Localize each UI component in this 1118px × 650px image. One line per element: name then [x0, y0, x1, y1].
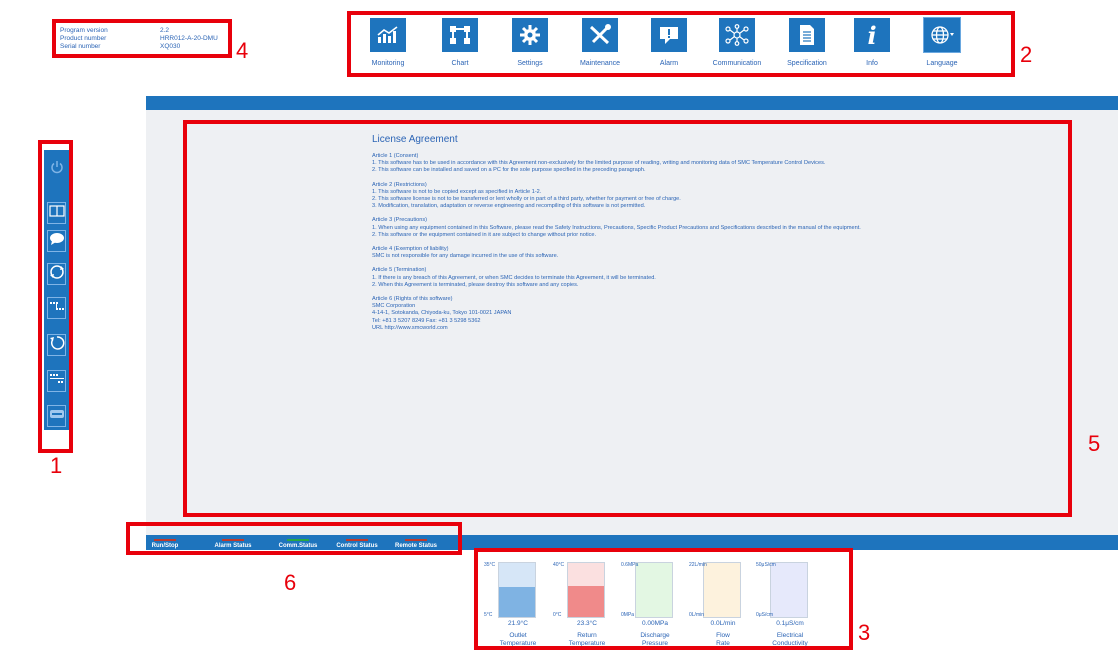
callout-box-5	[183, 120, 1072, 517]
callout-box-2	[347, 11, 1015, 77]
callout-label-1: 1	[50, 453, 63, 478]
callout-label-3: 3	[858, 620, 871, 645]
header-bar	[146, 96, 1118, 110]
callout-box-4	[52, 19, 232, 58]
callout-box-1	[38, 140, 73, 453]
callout-label-6: 6	[284, 570, 297, 595]
callout-label-2: 2	[1020, 42, 1033, 67]
callout-box-3	[474, 548, 853, 650]
callout-label-5: 5	[1088, 431, 1101, 456]
callout-label-4: 4	[236, 38, 249, 63]
callout-box-6	[126, 522, 462, 555]
